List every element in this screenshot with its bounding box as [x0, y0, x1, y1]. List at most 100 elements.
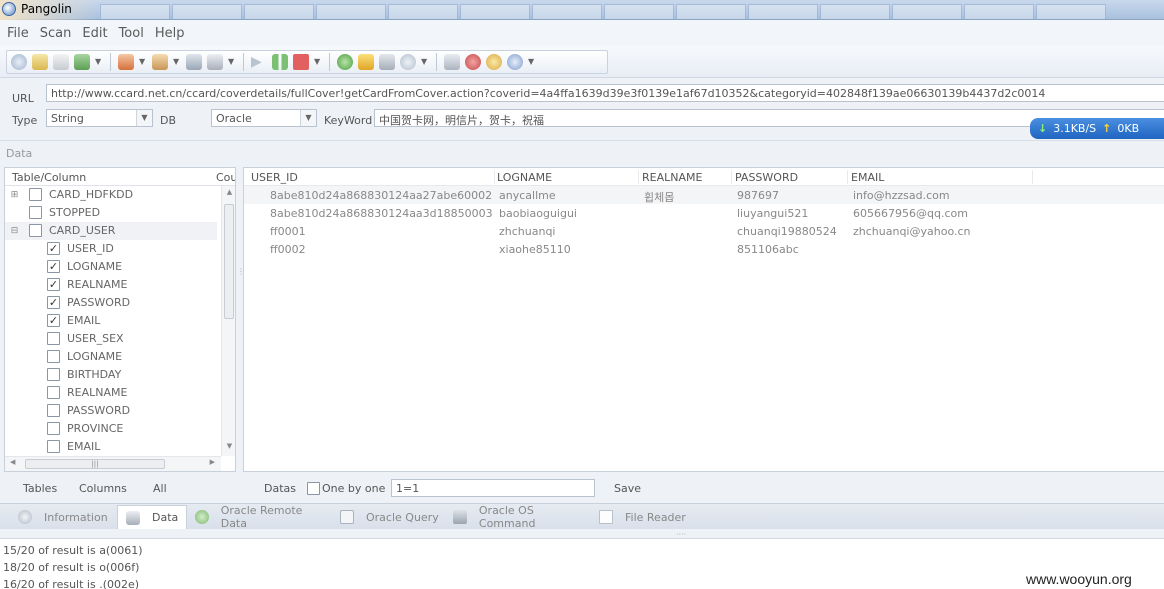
tree-row-checkbox[interactable]: [29, 188, 42, 201]
chevron-down-icon[interactable]: ▼: [528, 54, 536, 70]
scroll-right-icon[interactable]: ▶: [210, 458, 215, 466]
chevron-down-icon[interactable]: ▼: [95, 54, 103, 70]
table-row[interactable]: 8abe810d24a868830124aa3d18850003 baobiaog…: [244, 204, 1164, 222]
expand-icon[interactable]: ⊞: [10, 191, 19, 200]
tree-row[interactable]: LOGNAME: [5, 348, 217, 366]
scroll-up-icon[interactable]: ▲: [222, 188, 235, 200]
tab-oracle-remote-data[interactable]: Oracle Remote Data: [195, 504, 330, 530]
taskbar-tab[interactable]: [892, 4, 962, 19]
one-by-one-checkbox[interactable]: [307, 482, 320, 495]
help-icon[interactable]: [337, 54, 353, 70]
database-icon[interactable]: [207, 54, 223, 70]
tree-row[interactable]: ✓ USER_ID: [5, 240, 217, 258]
db-select[interactable]: Oracle ▼: [211, 109, 317, 127]
chevron-down-icon[interactable]: ▼: [421, 54, 429, 70]
home-icon[interactable]: [444, 54, 460, 70]
tree-row[interactable]: USER_SEX: [5, 330, 217, 348]
scroll-left-icon[interactable]: ◀: [10, 458, 15, 466]
search-icon[interactable]: [400, 54, 416, 70]
tree-row-checkbox[interactable]: [47, 422, 60, 435]
tree-row-checkbox[interactable]: [47, 368, 60, 381]
scroll-thumb[interactable]: [224, 204, 234, 319]
taskbar-tab[interactable]: [820, 4, 890, 19]
taskbar-tab[interactable]: [532, 4, 602, 19]
document-icon[interactable]: [32, 54, 48, 70]
grid-column-realname[interactable]: REALNAME: [642, 171, 702, 184]
taskbar-tab[interactable]: [244, 4, 314, 19]
tree-row-checkbox[interactable]: [47, 404, 60, 417]
taskbar-tab[interactable]: [964, 4, 1034, 19]
taskbar-tab[interactable]: [388, 4, 458, 19]
tree-row-checkbox[interactable]: [47, 350, 60, 363]
tables-button[interactable]: Tables: [23, 482, 57, 495]
tree-row-checkbox[interactable]: ✓: [47, 260, 60, 273]
type-select[interactable]: String ▼: [46, 109, 153, 127]
grid-column-logname[interactable]: LOGNAME: [497, 171, 552, 184]
import-icon[interactable]: [74, 54, 90, 70]
tab-oracle-query[interactable]: Oracle Query: [340, 505, 445, 529]
tree-row-checkbox[interactable]: [47, 386, 60, 399]
tree-row-checkbox[interactable]: ✓: [47, 296, 60, 309]
save-button[interactable]: Save: [614, 482, 641, 495]
tree-vertical-scrollbar[interactable]: ▲ ▼: [221, 186, 235, 456]
tree-row[interactable]: STOPPED: [5, 204, 217, 222]
table-row[interactable]: 8abe810d24a868830124aa27abe60002 anycallm…: [244, 186, 1164, 204]
stop-icon[interactable]: [293, 54, 309, 70]
tree-row[interactable]: PROVINCE: [5, 420, 217, 438]
bug-icon[interactable]: [465, 54, 481, 70]
grid-column-password[interactable]: PASSWORD: [735, 171, 798, 184]
tree-row[interactable]: ✓ REALNAME: [5, 276, 217, 294]
taskbar-tab[interactable]: [100, 4, 170, 19]
chevron-down-icon[interactable]: ▼: [300, 110, 316, 126]
grid-column-user-id[interactable]: USER_ID: [251, 171, 298, 184]
tree-row[interactable]: PASSWORD: [5, 402, 217, 420]
tree-row[interactable]: ✓ PASSWORD: [5, 294, 217, 312]
taskbar-tab[interactable]: [676, 4, 746, 19]
tree-row-checkbox[interactable]: [47, 440, 60, 453]
plugin-icon[interactable]: [152, 54, 168, 70]
chevron-down-icon[interactable]: ▼: [314, 54, 322, 70]
scroll-down-icon[interactable]: ▼: [222, 442, 235, 454]
tree-row-checkbox[interactable]: ✓: [47, 314, 60, 327]
datas-button[interactable]: Datas: [264, 482, 296, 495]
wrench-icon[interactable]: [186, 54, 202, 70]
play-icon[interactable]: ▶: [251, 54, 267, 70]
tree-row[interactable]: ⊞ CARD_HDFKDD: [5, 186, 217, 204]
inject-icon[interactable]: [379, 54, 395, 70]
open-icon[interactable]: [11, 54, 27, 70]
condition-input[interactable]: 1=1: [391, 479, 595, 497]
scroll-thumb[interactable]: |||: [25, 459, 165, 469]
columns-button[interactable]: Columns: [79, 482, 127, 495]
menu-help[interactable]: Help: [155, 26, 185, 41]
tree-row-checkbox[interactable]: [29, 224, 42, 237]
pause-icon[interactable]: [272, 54, 288, 70]
taskbar-tab[interactable]: [1036, 4, 1106, 19]
menu-edit[interactable]: Edit: [82, 26, 107, 41]
chevron-down-icon[interactable]: ▼: [139, 54, 147, 70]
key-icon[interactable]: [358, 54, 374, 70]
tree-row-checkbox[interactable]: [47, 332, 60, 345]
tree-row[interactable]: REALNAME: [5, 384, 217, 402]
menu-tool[interactable]: Tool: [119, 26, 144, 41]
tree-row-checkbox[interactable]: ✓: [47, 278, 60, 291]
tab-oracle-os-command[interactable]: Oracle OS Command: [453, 504, 593, 530]
tools-icon[interactable]: [486, 54, 502, 70]
tree-row-checkbox[interactable]: [29, 206, 42, 219]
tree-row-checkbox[interactable]: ✓: [47, 242, 60, 255]
table-row[interactable]: ff0001 zhchuanqi chuanqi19880524 zhchuanqi@…: [244, 222, 1164, 240]
menu-file[interactable]: File: [7, 26, 29, 41]
taskbar-tab[interactable]: [172, 4, 242, 19]
tree-row[interactable]: ⊟ CARD_USER: [5, 222, 217, 240]
taskbar-tab[interactable]: [460, 4, 530, 19]
tab-data[interactable]: Data: [117, 505, 187, 529]
taskbar-tab[interactable]: [748, 4, 818, 19]
tree-row[interactable]: ✓ EMAIL: [5, 312, 217, 330]
taskbar-tab[interactable]: [316, 4, 386, 19]
settings-icon[interactable]: [118, 54, 134, 70]
chevron-down-icon[interactable]: ▼: [173, 54, 181, 70]
table-row[interactable]: ff0002 xiaohe85110 851106abc: [244, 240, 1164, 258]
info-icon[interactable]: [507, 54, 523, 70]
chevron-down-icon[interactable]: ▼: [136, 110, 152, 126]
tree-horizontal-scrollbar[interactable]: ◀ ||| ▶: [5, 456, 221, 471]
chevron-down-icon[interactable]: ▼: [228, 54, 236, 70]
